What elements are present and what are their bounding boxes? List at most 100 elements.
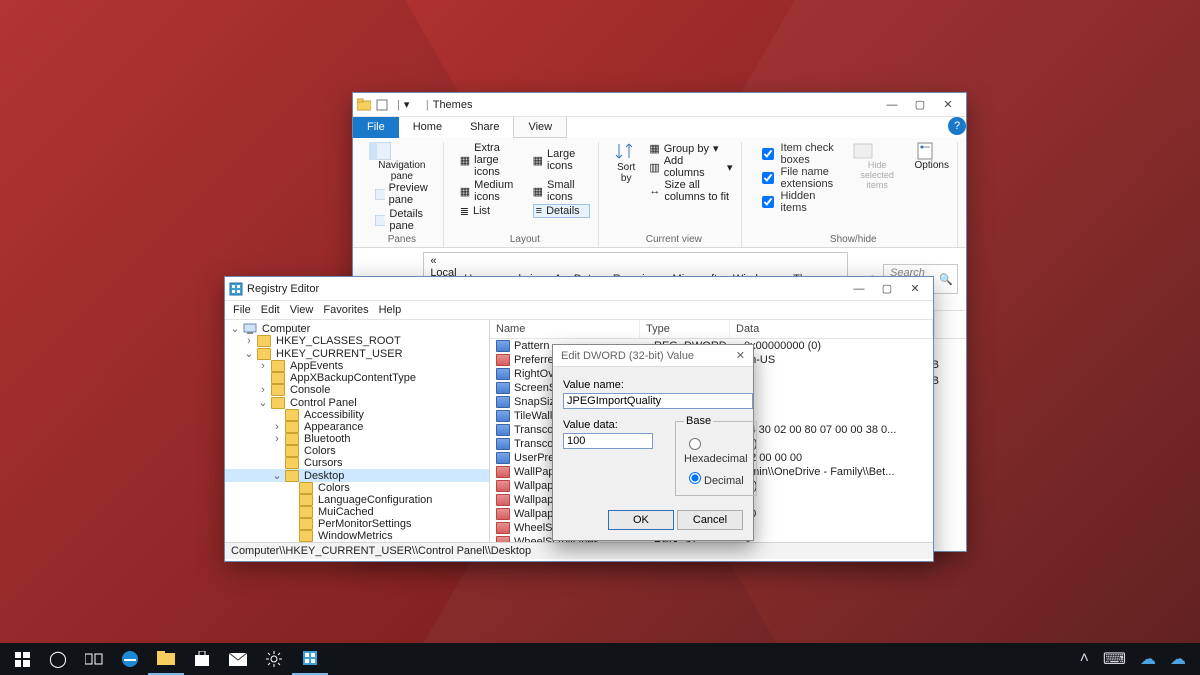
- tree-node[interactable]: MuiCached: [225, 506, 489, 518]
- value-column-headers[interactable]: Name Type Data: [490, 320, 933, 339]
- group-by-button[interactable]: ▦ Group by ▾: [649, 142, 732, 155]
- tab-file[interactable]: File: [353, 117, 399, 138]
- menu-view[interactable]: View: [290, 304, 314, 316]
- add-columns-button[interactable]: ▥ Add columns ▾: [649, 155, 732, 179]
- value-data-label: Value data:: [563, 419, 653, 431]
- menu-edit[interactable]: Edit: [261, 304, 280, 316]
- regedit-titlebar[interactable]: Registry Editor — ▢ ✕: [225, 277, 933, 301]
- value-icon: [496, 536, 510, 542]
- base-fieldset: Base Hexadecimal Decimal: [675, 415, 757, 496]
- start-button[interactable]: [4, 643, 40, 675]
- cortana-button[interactable]: ◯: [40, 643, 76, 675]
- minimize-button[interactable]: —: [878, 94, 906, 116]
- layout-list[interactable]: ≣ List: [460, 204, 521, 218]
- hidden-items[interactable]: Hidden items: [758, 190, 840, 214]
- tree-node[interactable]: ›AppEvents: [225, 360, 489, 372]
- tree-node[interactable]: Cursors: [225, 457, 489, 469]
- tray-onedrive-icon[interactable]: ☁: [1140, 649, 1156, 669]
- layout-large[interactable]: ▦ Large icons: [533, 142, 590, 178]
- close-icon[interactable]: ✕: [736, 349, 745, 362]
- value-icon: [496, 452, 510, 464]
- layout-small[interactable]: ▦ Small icons: [533, 179, 590, 203]
- regedit-icon: [229, 282, 243, 296]
- explorer-taskbar-icon[interactable]: [148, 643, 184, 675]
- tree-node[interactable]: Colors: [225, 482, 489, 494]
- maximize-button[interactable]: ▢: [873, 278, 901, 300]
- size-columns-button[interactable]: ↔ Size all columns to fit: [649, 179, 732, 203]
- value-icon: [496, 494, 510, 506]
- details-pane-button[interactable]: Details pane: [375, 208, 435, 232]
- tree-node[interactable]: ›Console: [225, 384, 489, 396]
- tab-view[interactable]: View: [513, 117, 567, 138]
- tray-chevron-icon[interactable]: ˄: [1080, 650, 1089, 668]
- edge-icon[interactable]: [112, 643, 148, 675]
- tab-home[interactable]: Home: [399, 117, 456, 138]
- preview-pane-button[interactable]: Preview pane: [375, 182, 435, 206]
- tree-node[interactable]: ›Bluetooth: [225, 433, 489, 445]
- value-icon: [496, 438, 510, 450]
- tree-node[interactable]: ⌄Desktop: [225, 469, 489, 482]
- cancel-button[interactable]: Cancel: [677, 510, 743, 530]
- registry-tree[interactable]: ⌄Computer›HKEY_CLASSES_ROOT⌄HKEY_CURRENT…: [225, 320, 490, 542]
- help-icon[interactable]: ?: [948, 117, 966, 135]
- value-icon: [496, 382, 510, 394]
- sort-icon[interactable]: [615, 142, 637, 162]
- tree-node[interactable]: PerMonitorSettings: [225, 518, 489, 530]
- item-check-boxes[interactable]: Item check boxes: [758, 142, 840, 166]
- explorer-titlebar[interactable]: | ▾ | Themes — ▢ ✕: [353, 93, 966, 117]
- status-bar: Computer\\HKEY_CURRENT_USER\\Control Pan…: [225, 542, 933, 559]
- tray-onedrive2-icon[interactable]: ☁: [1170, 649, 1186, 669]
- tree-node[interactable]: ⌄HKEY_CURRENT_USER: [225, 347, 489, 360]
- menu-file[interactable]: File: [233, 304, 251, 316]
- value-icon: [496, 340, 510, 352]
- ribbon-tabs: File Home Share View ?: [353, 117, 966, 138]
- regedit-taskbar-icon[interactable]: [292, 643, 328, 675]
- maximize-button[interactable]: ▢: [906, 94, 934, 116]
- menu-favorites[interactable]: Favorites: [323, 304, 368, 316]
- tree-node[interactable]: ›HKEY_CLASSES_ROOT: [225, 335, 489, 347]
- tab-share[interactable]: Share: [456, 117, 513, 138]
- radio-decimal[interactable]: Decimal: [684, 469, 748, 487]
- tray-input-icon[interactable]: ⌨: [1103, 649, 1126, 669]
- tree-node[interactable]: ⌄Computer: [225, 322, 489, 335]
- layout-details[interactable]: ≡ Details: [533, 204, 590, 218]
- value-icon: [496, 480, 510, 492]
- edit-dword-dialog: Edit DWORD (32-bit) Value ✕ Value name: …: [552, 344, 754, 541]
- value-name-label: Value name:: [563, 379, 743, 391]
- window-title: Themes: [433, 99, 878, 111]
- tree-node[interactable]: Colors: [225, 445, 489, 457]
- tree-node[interactable]: Accessibility: [225, 409, 489, 421]
- tree-node[interactable]: ›Appearance: [225, 421, 489, 433]
- close-button[interactable]: ✕: [934, 94, 962, 116]
- settings-icon[interactable]: [256, 643, 292, 675]
- tree-node[interactable]: LanguageConfiguration: [225, 494, 489, 506]
- ribbon: Navigation pane Preview pane Details pan…: [353, 138, 966, 248]
- nav-pane-button[interactable]: [369, 142, 435, 160]
- task-view-button[interactable]: [76, 643, 112, 675]
- ok-button[interactable]: OK: [608, 510, 674, 530]
- menu-help[interactable]: Help: [379, 304, 402, 316]
- tree-node[interactable]: ⌄Control Panel: [225, 396, 489, 409]
- value-data-input[interactable]: [563, 433, 653, 449]
- value-name-input[interactable]: [563, 393, 753, 409]
- options-icon[interactable]: [915, 142, 935, 160]
- value-icon: [496, 424, 510, 436]
- store-icon[interactable]: [184, 643, 220, 675]
- layout-medium[interactable]: ▦ Medium icons: [460, 179, 521, 203]
- mail-icon[interactable]: [220, 643, 256, 675]
- system-tray[interactable]: ˄ ⌨ ☁ ☁: [1080, 649, 1196, 669]
- minimize-button[interactable]: —: [845, 278, 873, 300]
- layout-xl[interactable]: ▦ Extra large icons: [460, 142, 521, 178]
- tree-node[interactable]: AppXBackupContentType: [225, 372, 489, 384]
- tree-node[interactable]: WindowMetrics: [225, 530, 489, 542]
- value-icon: [496, 410, 510, 422]
- radio-hex[interactable]: Hexadecimal: [684, 435, 748, 465]
- dropdown-icon[interactable]: ▾: [404, 98, 418, 112]
- menu-bar[interactable]: File Edit View Favorites Help: [225, 301, 933, 320]
- close-button[interactable]: ✕: [901, 278, 929, 300]
- file-name-extensions[interactable]: File name extensions: [758, 166, 840, 190]
- folder-icon: [357, 98, 371, 112]
- hide-selected-icon: [852, 142, 874, 160]
- taskbar[interactable]: ◯ ˄ ⌨ ☁ ☁: [0, 643, 1200, 675]
- dialog-titlebar[interactable]: Edit DWORD (32-bit) Value ✕: [553, 345, 753, 367]
